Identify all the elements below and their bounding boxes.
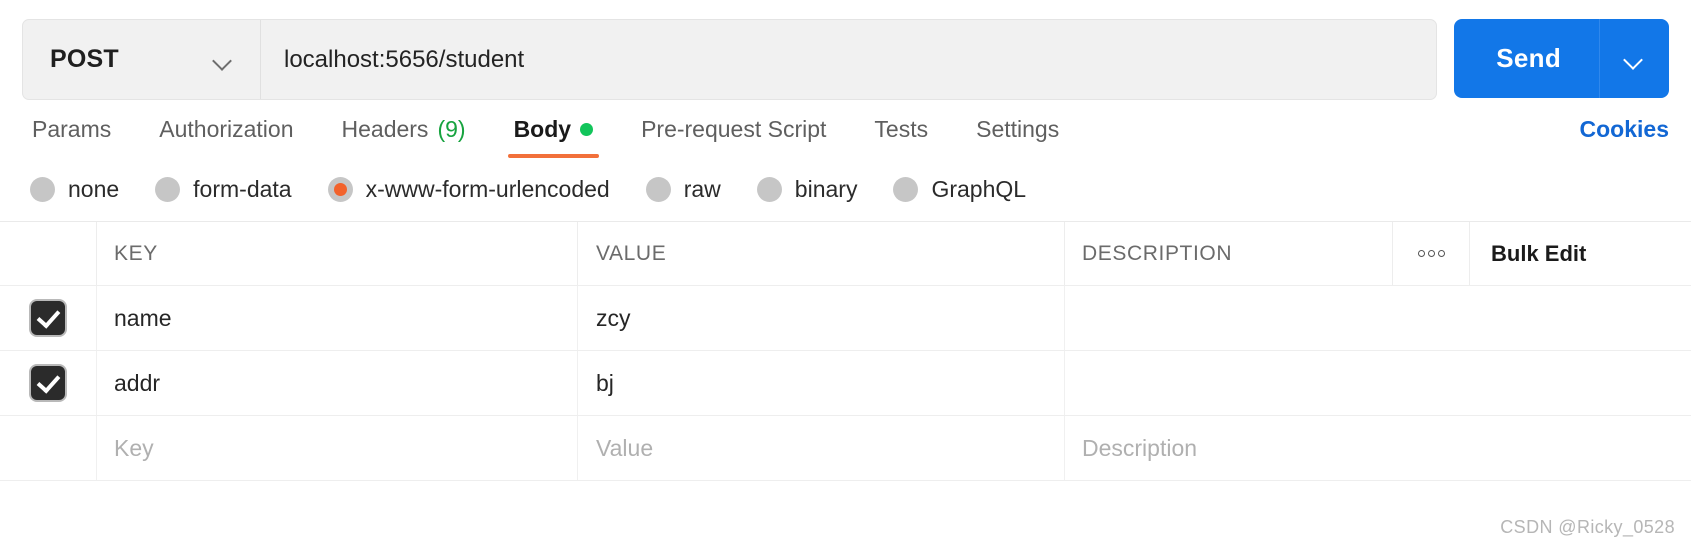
row-key-text: addr (114, 369, 161, 396)
body-type-graphql[interactable]: GraphQL (893, 176, 1026, 203)
row-options-cell (1393, 286, 1469, 350)
radio-label: none (68, 176, 120, 202)
new-row-value-cell[interactable]: Value (577, 416, 1064, 480)
radio-icon (155, 177, 181, 202)
tab-label: Tests (874, 116, 929, 142)
radio-icon (893, 177, 919, 202)
http-method-label: POST (50, 45, 119, 73)
new-row-options-cell (1393, 416, 1469, 480)
row-checkbox-cell (0, 351, 96, 415)
column-header-key: KEY (114, 241, 158, 265)
tab-pre-request-script[interactable]: Pre-request Script (617, 116, 850, 158)
new-row-description-cell[interactable]: Description (1064, 416, 1393, 480)
table-row: addr bj (0, 351, 1691, 416)
url-text: localhost:5656/student (284, 45, 525, 73)
new-row-trailing-cell (1469, 416, 1691, 480)
tab-label: Body (513, 116, 572, 142)
new-row-checkbox-cell (0, 416, 96, 480)
send-options-button[interactable] (1599, 19, 1669, 98)
row-value-text: zcy (596, 304, 631, 331)
header-checkbox-cell (0, 222, 96, 285)
radio-label: x-www-form-urlencoded (365, 176, 610, 202)
table-header-row: KEY VALUE DESCRIPTION Bulk Edit (0, 222, 1691, 286)
bulk-edit-button[interactable]: Bulk Edit (1491, 241, 1586, 267)
body-modified-dot-icon (580, 123, 594, 136)
tab-tests[interactable]: Tests (850, 116, 952, 158)
radio-label: raw (683, 176, 721, 202)
row-checkbox-cell (0, 286, 96, 350)
params-table: KEY VALUE DESCRIPTION Bulk Edit name zcy (0, 221, 1691, 481)
header-value-cell: VALUE (577, 222, 1064, 285)
new-row-key-placeholder: Key (114, 434, 154, 461)
url-group: POST localhost:5656/student (22, 19, 1438, 100)
header-key-cell: KEY (96, 222, 577, 285)
chevron-down-icon (1624, 53, 1645, 65)
column-header-value: VALUE (596, 241, 667, 265)
radio-icon (645, 177, 671, 202)
request-tabs: Params Authorization Headers (9) Body Pr… (0, 100, 1691, 158)
http-method-select[interactable]: POST (23, 20, 261, 99)
row-trailing-cell (1469, 286, 1691, 350)
bulk-edit-cell[interactable]: Bulk Edit (1469, 222, 1691, 285)
body-type-raw[interactable]: raw (645, 176, 721, 203)
request-bar: POST localhost:5656/student Send (0, 0, 1691, 100)
row-value-cell[interactable]: bj (577, 351, 1064, 415)
row-key-cell[interactable]: addr (96, 351, 577, 415)
body-type-radio-group: none form-data x-www-form-urlencoded raw… (0, 158, 1691, 221)
headers-count: (9) (437, 116, 466, 142)
body-type-binary[interactable]: binary (756, 176, 858, 203)
row-options-cell (1393, 351, 1469, 415)
row-key-text: name (114, 304, 172, 331)
row-key-cell[interactable]: name (96, 286, 577, 350)
tab-authorization[interactable]: Authorization (135, 116, 317, 158)
body-type-form-data[interactable]: form-data (155, 176, 292, 203)
chevron-down-icon (213, 54, 234, 66)
radio-label: binary (794, 176, 858, 202)
tab-settings[interactable]: Settings (952, 116, 1083, 158)
radio-label: form-data (193, 176, 292, 202)
tab-label: Authorization (159, 116, 294, 142)
row-description-cell[interactable] (1064, 286, 1393, 350)
ellipsis-icon[interactable] (1417, 250, 1445, 257)
url-input[interactable]: localhost:5656/student (261, 20, 1436, 99)
tab-label: Params (32, 116, 112, 142)
tab-body[interactable]: Body (490, 116, 618, 158)
send-button[interactable]: Send (1454, 19, 1599, 98)
row-value-cell[interactable]: zcy (577, 286, 1064, 350)
radio-icon (30, 177, 55, 202)
header-description-cell: DESCRIPTION (1064, 222, 1392, 285)
new-row-value-placeholder: Value (596, 434, 654, 461)
body-type-none[interactable]: none (30, 176, 119, 203)
tab-label: Settings (976, 116, 1060, 142)
tab-list: Params Authorization Headers (9) Body Pr… (24, 116, 1580, 158)
table-new-row: Key Value Description (0, 416, 1691, 481)
table-row: name zcy (0, 286, 1691, 351)
body-type-x-www-form-urlencoded[interactable]: x-www-form-urlencoded (327, 176, 610, 203)
watermark: CSDN @Ricky_0528 (1500, 517, 1675, 537)
radio-label: GraphQL (931, 176, 1027, 202)
row-checkbox[interactable] (31, 366, 65, 400)
column-header-description: DESCRIPTION (1082, 241, 1233, 265)
row-trailing-cell (1469, 351, 1691, 415)
table-options-cell[interactable] (1392, 222, 1469, 285)
tab-label: Pre-request Script (641, 116, 827, 142)
cookies-link[interactable]: Cookies (1580, 116, 1669, 158)
tab-headers[interactable]: Headers (9) (318, 116, 490, 158)
radio-selected-icon (327, 177, 353, 202)
row-checkbox[interactable] (31, 301, 65, 335)
send-group[interactable]: Send (1454, 19, 1669, 98)
radio-icon (756, 177, 782, 202)
new-row-description-placeholder: Description (1082, 434, 1198, 461)
tab-label: Headers (341, 116, 429, 142)
tab-params[interactable]: Params (24, 116, 135, 158)
row-description-cell[interactable] (1064, 351, 1393, 415)
new-row-key-cell[interactable]: Key (96, 416, 577, 480)
row-value-text: bj (596, 369, 614, 396)
